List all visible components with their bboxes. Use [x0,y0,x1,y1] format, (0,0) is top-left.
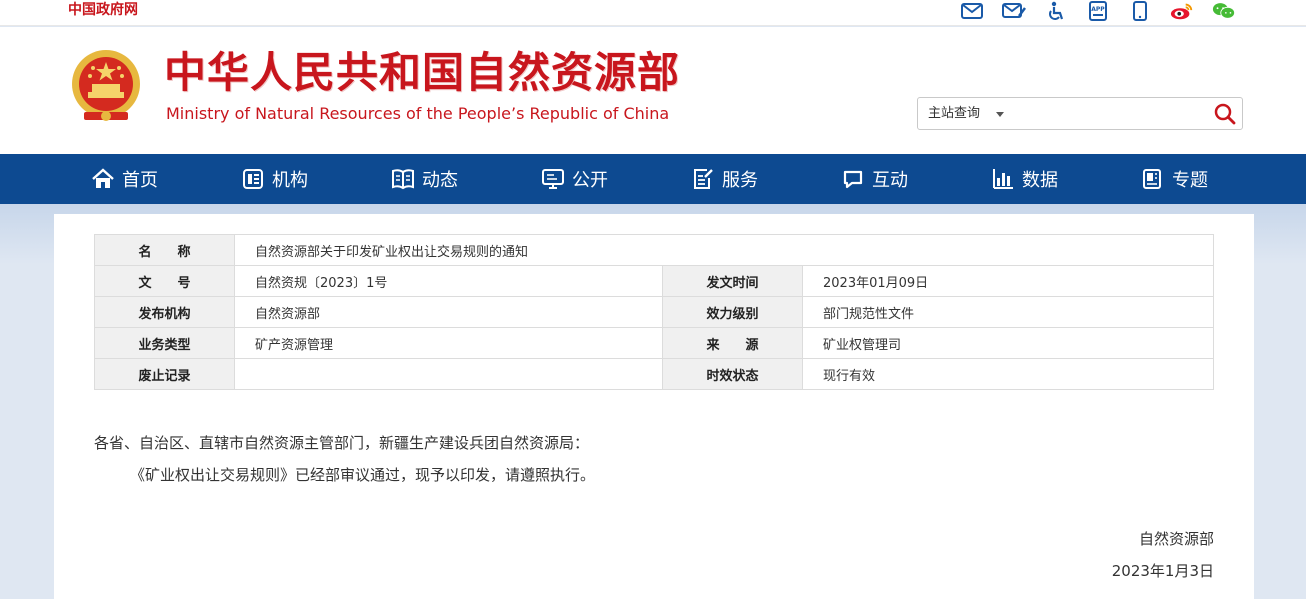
document-icon [1143,169,1161,189]
nav-item-label: 机构 [272,170,308,191]
book-icon [392,169,414,190]
home-icon [92,168,114,188]
gov-portal-link[interactable]: 中国政府网 [68,0,138,20]
meta-label: 时效状态 [662,358,803,390]
meta-value-status: 现行有效 [802,358,1214,390]
nav-item-label: 公开 [572,170,608,191]
table-row: 名 称 自然资源部关于印发矿业权出让交易规则的通知 [94,234,1214,266]
nav-item-label: 服务 [722,170,758,191]
nav-item-topics[interactable]: 专题 [1142,154,1208,204]
search-box: 主站查询 [917,97,1243,130]
meta-label: 文 号 [94,265,235,297]
national-emblem-logo[interactable] [66,46,146,128]
search-input[interactable] [1014,101,1204,126]
top-icon-group: APP [960,0,1236,22]
meta-label: 发布机构 [94,296,235,328]
meta-value-docno: 自然资规〔2023〕1号 [234,265,663,297]
meta-value-source: 矿业权管理司 [802,327,1214,359]
site-title-cn: 中华人民共和国自然资源部 [164,48,681,97]
site-header: 中华人民共和国自然资源部 Ministry of Natural Resourc… [0,27,1306,154]
main-nav: 首页 机构 动态 公开 服务 互动 数据 专题 [0,154,1306,204]
mail-edit-icon[interactable] [1002,1,1026,21]
body-paragraph: 《矿业权出让交易规则》已经部审议通过，现予以印发，请遵照执行。 [130,466,596,484]
meta-value-level: 部门规范性文件 [802,296,1214,328]
svg-text:APP: APP [1091,6,1105,13]
nav-item-label: 互动 [872,170,908,191]
meta-value-date: 2023年01月09日 [802,265,1214,297]
chat-icon [843,170,863,189]
nav-item-label: 首页 [122,170,158,191]
edit-icon [694,169,713,189]
mobile-icon[interactable] [1128,1,1152,21]
nav-item-home[interactable]: 首页 [92,154,158,204]
table-row: 文 号 自然资规〔2023〕1号 发文时间 2023年01月09日 [94,265,1214,297]
site-title-en: Ministry of Natural Resources of the Peo… [166,104,670,123]
accessibility-icon[interactable] [1044,1,1068,21]
search-icon[interactable] [1214,103,1236,125]
signature: 自然资源部 [1138,530,1214,548]
top-bar: 中国政府网 APP [0,0,1306,26]
table-row: 废止记录 时效状态 现行有效 [94,358,1214,390]
chevron-down-icon[interactable] [996,112,1004,117]
mail-icon[interactable] [960,1,984,21]
weibo-icon[interactable] [1170,1,1194,21]
salutation-text: 各省、自治区、直辖市自然资源主管部门，新疆生产建设兵团自然资源局： [94,434,590,452]
article-content: 名 称 自然资源部关于印发矿业权出让交易规则的通知 文 号 自然资规〔2023〕… [54,214,1254,599]
sign-date: 2023年1月3日 [1111,562,1214,580]
app-icon[interactable]: APP [1086,1,1110,21]
search-scope-select[interactable]: 主站查询 [928,98,980,129]
meta-value-issuer: 自然资源部 [234,296,663,328]
nav-item-service[interactable]: 服务 [692,154,758,204]
document-meta-table: 名 称 自然资源部关于印发矿业权出让交易规则的通知 文 号 自然资规〔2023〕… [94,234,1214,390]
nav-item-data[interactable]: 数据 [992,154,1058,204]
nav-item-org[interactable]: 机构 [242,154,308,204]
nav-item-label: 专题 [1172,170,1208,191]
nav-item-label: 动态 [422,170,458,191]
meta-value-type: 矿产资源管理 [234,327,663,359]
meta-label: 来 源 [662,327,803,359]
wechat-icon[interactable] [1212,1,1236,21]
monitor-icon [542,169,564,189]
meta-value-title: 自然资源部关于印发矿业权出让交易规则的通知 [234,234,1214,266]
meta-label: 名 称 [94,234,235,266]
table-row: 发布机构 自然资源部 效力级别 部门规范性文件 [94,296,1214,328]
nav-item-interact[interactable]: 互动 [842,154,908,204]
meta-label: 废止记录 [94,358,235,390]
meta-value-abolish [234,358,663,390]
table-row: 业务类型 矿产资源管理 来 源 矿业权管理司 [94,327,1214,359]
bar-chart-icon [993,169,1013,189]
nav-item-label: 数据 [1022,170,1058,191]
meta-label: 效力级别 [662,296,803,328]
org-icon [243,169,263,189]
nav-item-public[interactable]: 公开 [542,154,608,204]
nav-item-news[interactable]: 动态 [392,154,458,204]
meta-label: 发文时间 [662,265,803,297]
meta-label: 业务类型 [94,327,235,359]
